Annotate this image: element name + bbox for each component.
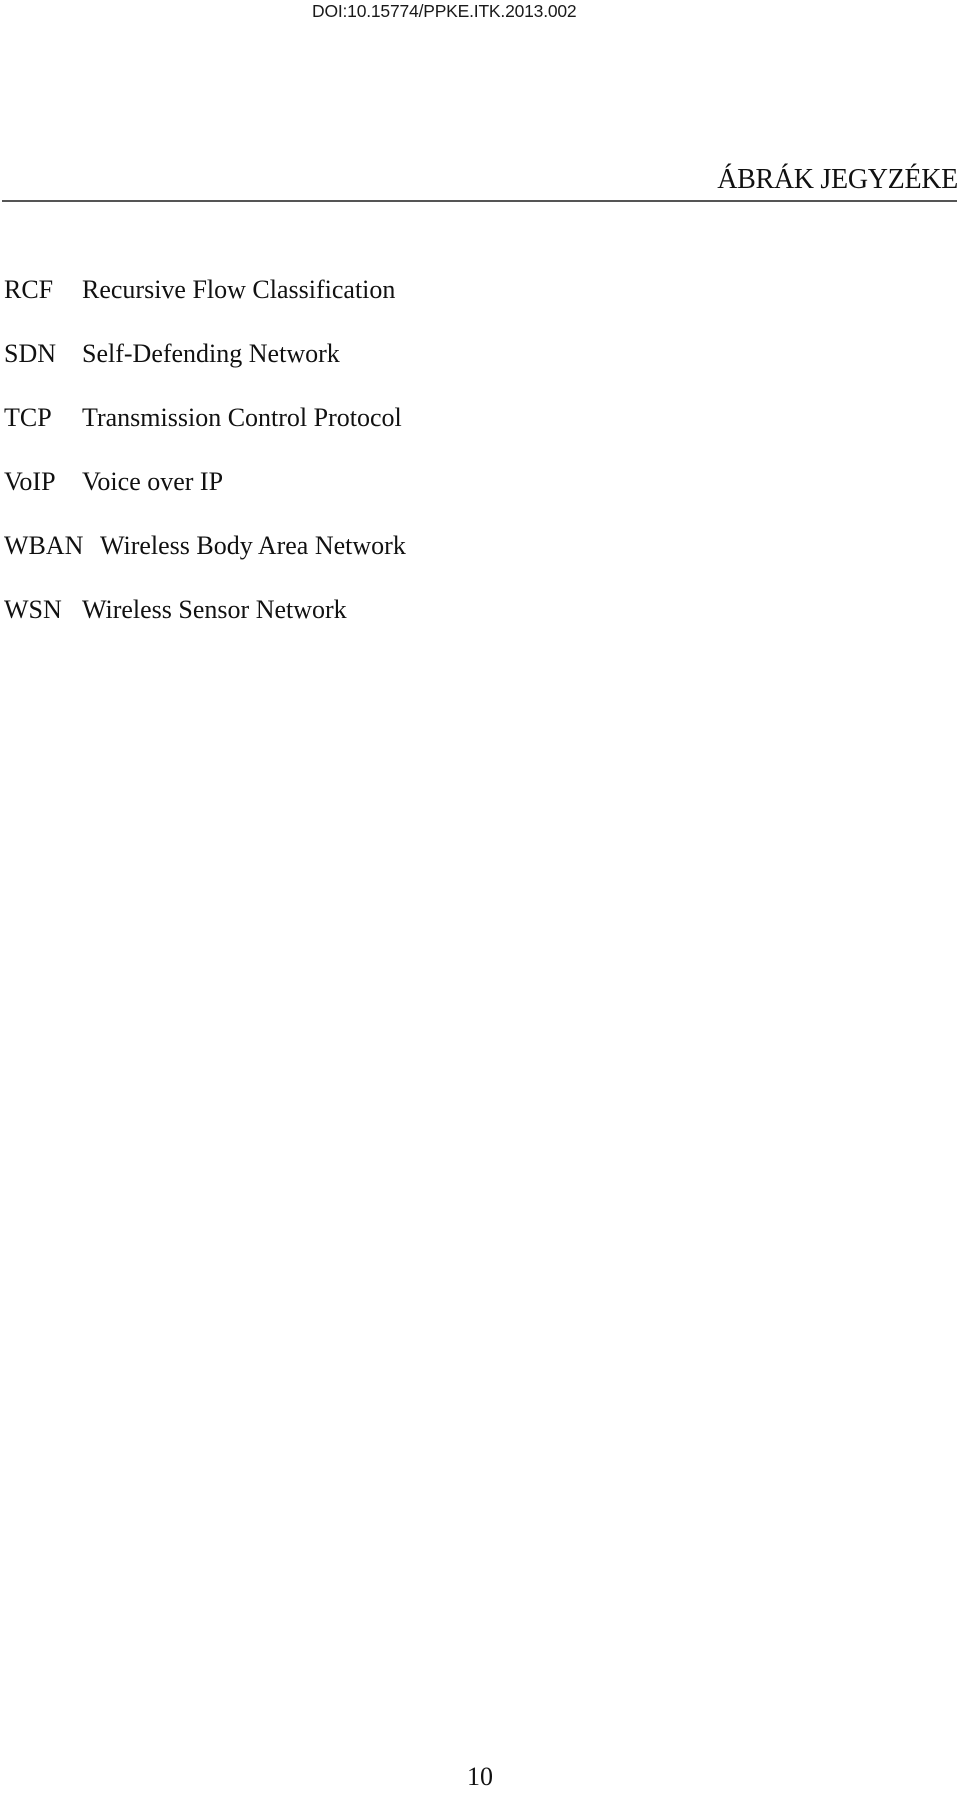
abbreviation-term: RCF	[4, 275, 54, 304]
abbreviation-term: SDN	[4, 339, 57, 368]
abbreviation-definition: Self-Defending Network	[82, 339, 340, 368]
abbreviation-definition: Transmission Control Protocol	[82, 403, 402, 432]
abbreviation-definition: Voice over IP	[82, 467, 224, 496]
abbreviation-definition: Recursive Flow Classification	[82, 275, 396, 304]
abbreviation-definition: Wireless Sensor Network	[82, 595, 347, 624]
abbreviation-term: WBAN	[4, 531, 84, 560]
page-number: 10	[467, 1762, 493, 1791]
abbreviation-term: VoIP	[4, 467, 56, 496]
abbreviation-definition: Wireless Body Area Network	[100, 531, 406, 560]
header-rule	[2, 200, 957, 202]
doi-header: DOI:10.15774/PPKE.ITK.2013.002	[312, 1, 577, 21]
abbreviation-term: WSN	[4, 595, 62, 624]
chapter-title: ÁBRÁK JEGYZÉKE	[717, 164, 958, 195]
abbreviation-term: TCP	[4, 403, 52, 432]
